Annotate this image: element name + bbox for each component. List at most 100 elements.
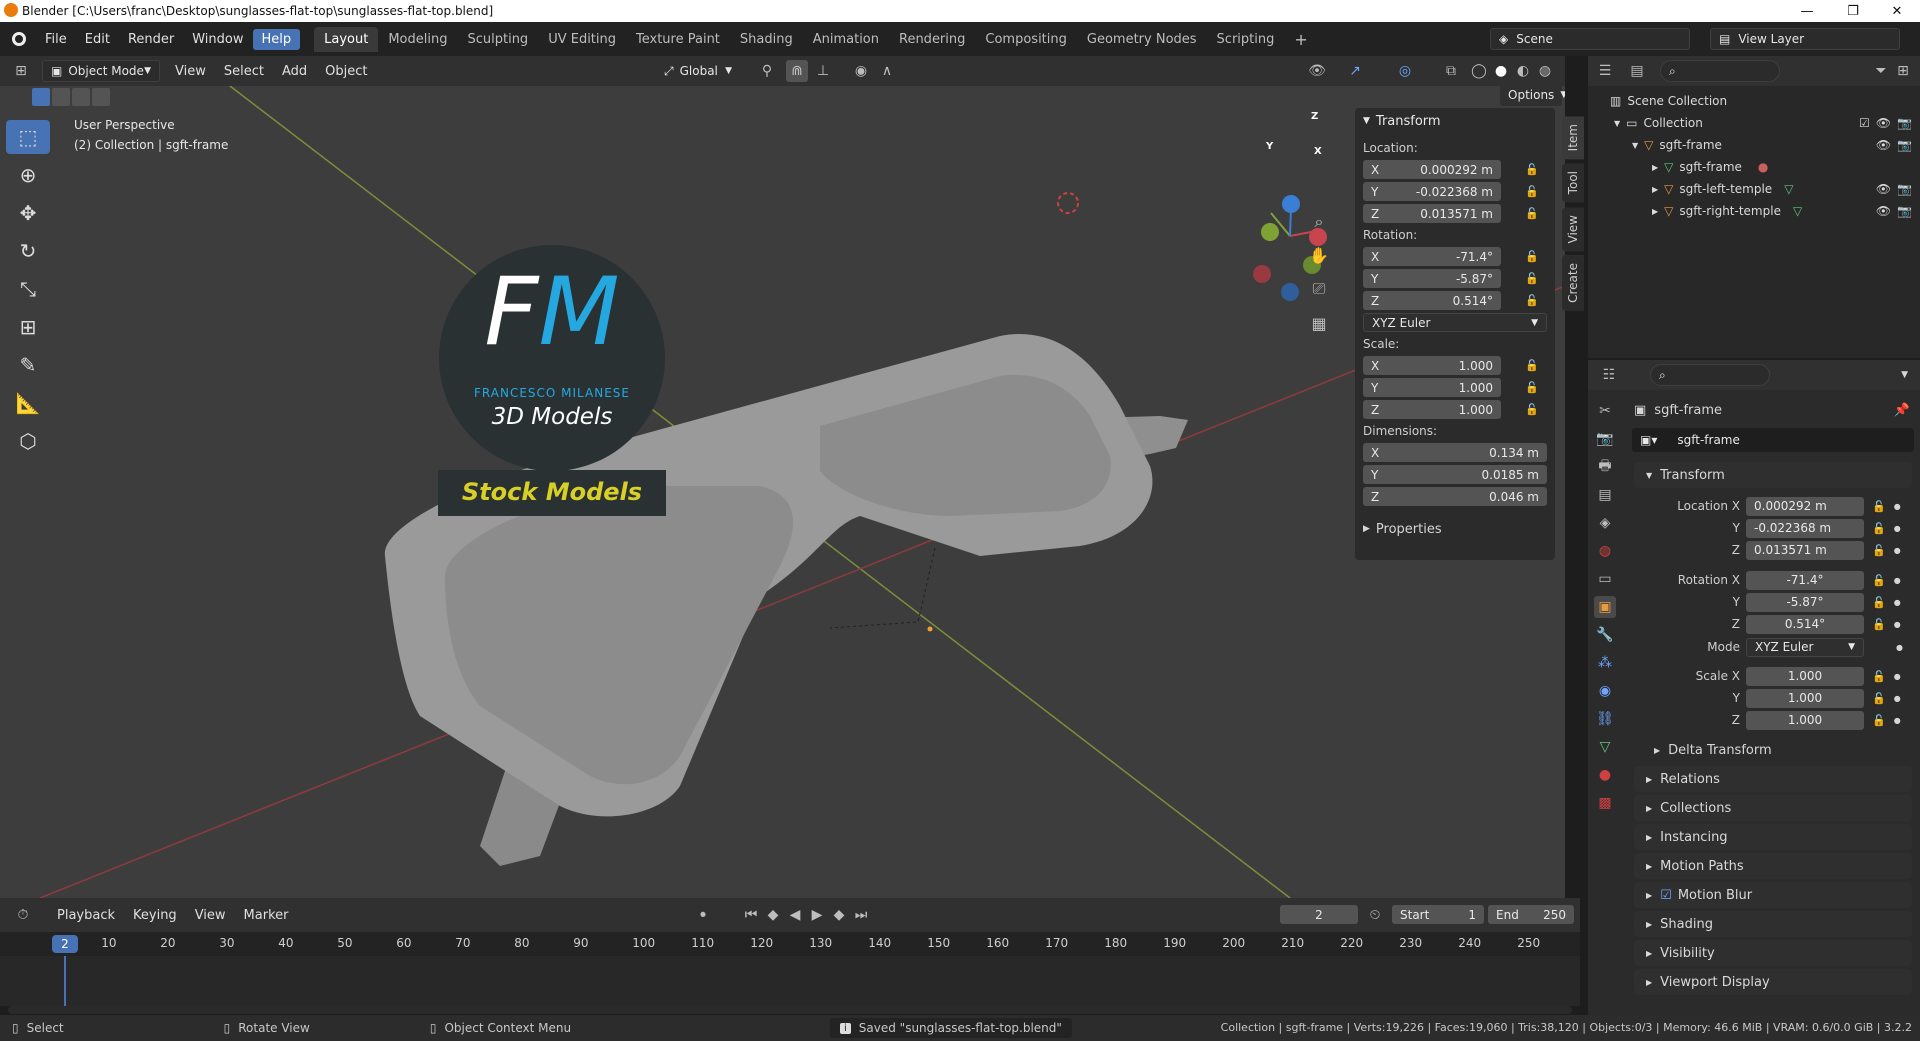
lock-icon[interactable]: 🔓 <box>1872 596 1886 609</box>
keyframe-dot-icon[interactable]: ● <box>1894 620 1901 629</box>
prop-rotation-x-field[interactable]: -71.4° <box>1746 570 1864 590</box>
outliner-item-sgft-frame[interactable]: ▼ ▽ sgft-frame 👁 📷 <box>1610 134 1920 156</box>
section-visibility[interactable]: ▶ Visibility <box>1634 940 1912 966</box>
menu-edit[interactable]: Edit <box>76 29 119 50</box>
menu-object[interactable]: Object <box>316 61 376 82</box>
world-tab-icon[interactable]: ◍ <box>1594 540 1616 562</box>
dimension-x-field[interactable]: X 0.134 m <box>1363 443 1547 462</box>
keyframe-dot-icon[interactable]: ● <box>1894 716 1901 725</box>
camera-icon[interactable]: 📷 <box>1897 204 1912 218</box>
checkbox-icon[interactable]: ☑ <box>1660 888 1672 903</box>
prop-rotation-z-field[interactable]: 0.514° <box>1746 614 1864 634</box>
lock-icon[interactable]: 🔓 <box>1525 250 1539 263</box>
menu-file[interactable]: File <box>36 29 76 50</box>
prop-rotation-y-field[interactable]: -5.87° <box>1746 592 1864 612</box>
tab-item[interactable]: Item <box>1562 116 1584 160</box>
prev-keyframe-icon[interactable]: ◆ <box>762 904 784 926</box>
keyframe-dot-icon[interactable]: ● <box>1894 576 1901 585</box>
transform-header[interactable]: ▼ Transform <box>1355 108 1555 134</box>
outliner-item-left-temple[interactable]: ▶ ▽ sgft-left-temple ▽ 👁 📷 <box>1610 178 1920 200</box>
mode-dropdown[interactable]: ▣ Object Mode ▼ <box>42 60 160 82</box>
prop-scale-x-field[interactable]: 1.000 <box>1746 666 1864 686</box>
gizmo-toggle-icon[interactable]: ↗ <box>1344 60 1366 82</box>
transform-tool-icon[interactable]: ⊞ <box>6 310 50 344</box>
select-invert-icon[interactable] <box>92 88 110 106</box>
location-z-field[interactable]: Z 0.013571 m <box>1363 204 1501 223</box>
chevron-down-icon[interactable]: ▼ <box>1901 370 1908 380</box>
lock-icon[interactable]: 🔓 <box>1872 618 1886 631</box>
keyframe-dot-icon[interactable]: ● <box>1894 524 1901 533</box>
render-tab-icon[interactable]: 📷 <box>1594 428 1616 450</box>
timeline-view-menu[interactable]: View <box>186 905 235 926</box>
new-collection-icon[interactable]: ⊞ <box>1892 60 1914 82</box>
view-layer-selector[interactable]: ▤ View Layer <box>1710 28 1900 50</box>
outliner-collection[interactable]: ▼ ▭ Collection ☑ 👁 📷 <box>1610 112 1920 134</box>
select-new-icon[interactable] <box>32 88 50 106</box>
ortho-grid-icon[interactable]: ▦ <box>1308 312 1330 334</box>
pivot-icon[interactable]: ⚲ <box>756 60 778 82</box>
move-tool-icon[interactable]: ✥ <box>6 196 50 230</box>
prop-scale-z-field[interactable]: 1.000 <box>1746 710 1864 730</box>
section-shading[interactable]: ▶ Shading <box>1634 911 1912 937</box>
save-report[interactable]: i Saved "sunglasses-flat-top.blend" <box>830 1018 1072 1038</box>
tab-modeling[interactable]: Modeling <box>378 27 457 52</box>
camera-icon[interactable]: 📷 <box>1897 116 1912 130</box>
timeline-scrollbar[interactable] <box>8 1006 1572 1014</box>
eye-icon[interactable]: 👁 <box>1876 116 1891 130</box>
camera-view-icon[interactable]: ⎚ <box>1308 278 1330 300</box>
next-keyframe-icon[interactable]: ◆ <box>828 904 850 926</box>
options-button[interactable]: Options ▼ <box>1500 86 1565 106</box>
prop-location-y-field[interactable]: -0.022368 m <box>1746 518 1864 538</box>
keyframe-dot-icon[interactable]: ● <box>1894 546 1901 555</box>
tool-tab-icon[interactable]: ✂ <box>1594 400 1616 422</box>
properties-editor-icon[interactable]: ☷ <box>1598 364 1620 386</box>
proportional-edit-icon[interactable]: ◉ <box>850 60 872 82</box>
section-motion-paths[interactable]: ▶ Motion Paths <box>1634 853 1912 879</box>
collection-tab-icon[interactable]: ▭ <box>1594 568 1616 590</box>
minimize-button[interactable]: — <box>1784 0 1830 22</box>
timeline-editor-icon[interactable]: ⏱ <box>12 904 34 926</box>
cursor-tool-icon[interactable]: ⊕ <box>6 158 50 192</box>
scene-selector[interactable]: ◈ Scene <box>1490 28 1690 50</box>
menu-select[interactable]: Select <box>215 61 273 82</box>
tab-create[interactable]: Create <box>1562 255 1584 311</box>
timeline-track-area[interactable] <box>0 956 1580 1006</box>
pin-icon[interactable]: 📌 <box>1894 403 1910 418</box>
constraints-tab-icon[interactable]: ⛓ <box>1594 708 1616 730</box>
lock-icon[interactable]: 🔓 <box>1872 574 1886 587</box>
play-icon[interactable]: ▶ <box>806 904 828 926</box>
zoom-icon[interactable]: ⌕ <box>1308 211 1330 233</box>
pan-hand-icon[interactable]: ✋ <box>1308 244 1330 266</box>
add-cube-tool-icon[interactable]: ⬡ <box>6 424 50 458</box>
record-icon[interactable]: ⏺ <box>692 904 714 926</box>
prop-location-z-field[interactable]: 0.013571 m <box>1746 540 1864 560</box>
maximize-button[interactable]: ❐ <box>1830 0 1876 22</box>
menu-window[interactable]: Window <box>183 29 252 50</box>
outliner-item-right-temple[interactable]: ▶ ▽ sgft-right-temple ▽ 👁 📷 <box>1610 200 1920 222</box>
tab-sculpting[interactable]: Sculpting <box>457 27 538 52</box>
section-collections[interactable]: ▶ Collections <box>1634 795 1912 821</box>
playback-menu[interactable]: Playback <box>48 905 124 926</box>
menu-add[interactable]: Add <box>273 61 316 82</box>
location-x-field[interactable]: X 0.000292 m <box>1363 160 1501 179</box>
section-instancing[interactable]: ▶ Instancing <box>1634 824 1912 850</box>
scene-tab-icon[interactable]: ◈ <box>1594 512 1616 534</box>
clock-icon[interactable]: ⏲ <box>1364 904 1386 926</box>
lock-icon[interactable]: 🔓 <box>1525 403 1539 416</box>
rotation-y-field[interactable]: Y -5.87° <box>1363 269 1501 288</box>
object-tab-icon[interactable]: ▣ <box>1594 596 1616 618</box>
material-shading-icon[interactable]: ◐ <box>1512 60 1534 82</box>
object-name-field[interactable]: ▣▾ sgft-frame <box>1632 428 1914 452</box>
tab-tool[interactable]: Tool <box>1562 163 1584 203</box>
output-tab-icon[interactable]: 🖶 <box>1594 456 1616 478</box>
rendered-shading-icon[interactable]: ◍ <box>1534 60 1556 82</box>
transform-section[interactable]: ▼ Transform <box>1634 462 1912 488</box>
eye-icon[interactable]: 👁 <box>1876 138 1891 152</box>
tab-view[interactable]: View <box>1562 206 1584 252</box>
outliner-item-sgft-frame-mesh[interactable]: ▶ ▽ sgft-frame ● <box>1610 156 1920 178</box>
start-frame-field[interactable]: Start 1 <box>1392 905 1484 924</box>
properties-section[interactable]: ▶ Properties <box>1363 515 1547 543</box>
lock-icon[interactable]: 🔓 <box>1525 294 1539 307</box>
tab-animation[interactable]: Animation <box>803 27 889 52</box>
keyframe-dot-icon[interactable]: ● <box>1896 643 1903 652</box>
